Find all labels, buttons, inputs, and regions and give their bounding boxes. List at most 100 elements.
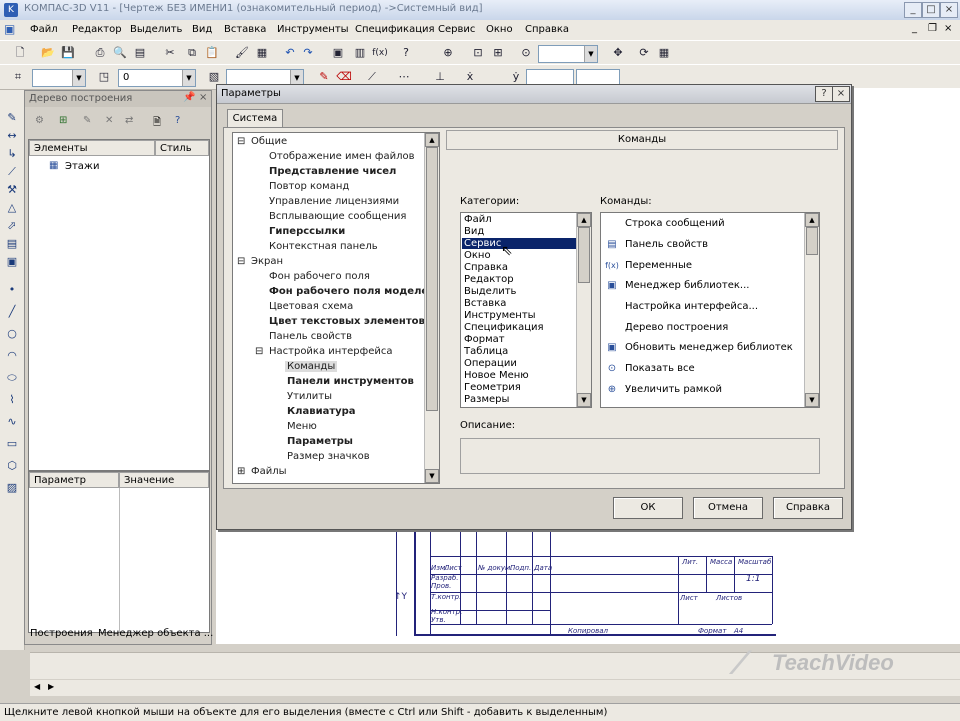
category-item[interactable]: Операции [464, 358, 517, 369]
tree-scrollbar[interactable]: ▲ ▼ [424, 133, 439, 483]
parametrization-icon[interactable]: ⚒ [4, 182, 20, 198]
tree-add-icon[interactable]: ⊞ [59, 115, 67, 126]
menu-editor[interactable]: Редактор [72, 24, 122, 35]
pan-icon[interactable]: ✥ [610, 45, 626, 61]
chevron-down-icon[interactable]: ▼ [182, 70, 195, 86]
zoom-icon[interactable]: ⊙ [518, 45, 534, 61]
dialog-close-button[interactable]: × [832, 86, 850, 102]
eraser-icon[interactable]: ⌫ [336, 69, 352, 85]
manager-icon[interactable]: ▣ [330, 45, 346, 61]
paste-icon[interactable]: 📋 [204, 45, 220, 61]
tree-node[interactable]: Фон рабочего поля моделей [269, 286, 435, 297]
col-param[interactable]: Параметр [29, 472, 119, 488]
category-item[interactable]: Окно [464, 250, 491, 261]
category-item[interactable]: Спецификация [464, 322, 544, 333]
scroll-thumb[interactable] [578, 227, 590, 283]
scroll-down-icon[interactable]: ▼ [805, 393, 819, 407]
category-item[interactable]: Инструменты [464, 310, 536, 321]
tree-node-screen[interactable]: Экран [251, 256, 283, 267]
tree-node[interactable]: Цветовая схема [269, 301, 353, 312]
scroll-up-icon[interactable]: ▲ [425, 133, 439, 147]
geometry-icon[interactable]: ✎ [4, 110, 20, 126]
tab-build[interactable]: Построения [30, 628, 93, 639]
tree-node[interactable]: Панели инструментов [287, 376, 414, 387]
snap-icon[interactable]: ⌗ [10, 69, 26, 85]
tree-node[interactable]: Утилиты [287, 391, 332, 402]
command-item[interactable]: Показать все [625, 363, 695, 374]
tree-node[interactable]: Представление чисел [269, 166, 396, 177]
category-item[interactable]: Новое Меню [464, 370, 529, 381]
category-item[interactable]: Файл [464, 214, 492, 225]
tree-node[interactable]: Отображение имен файлов [269, 151, 414, 162]
menu-specification[interactable]: Спецификация [355, 24, 435, 35]
category-item[interactable]: Вставка [464, 298, 506, 309]
copy-icon[interactable]: ⧉ [184, 45, 200, 61]
mdi-minimize-icon[interactable]: _ [912, 23, 917, 34]
help-button[interactable]: Справка [773, 497, 843, 519]
mdi-close-icon[interactable]: × [944, 23, 952, 34]
point-icon[interactable]: • [4, 282, 20, 298]
category-item[interactable]: Размеры [464, 394, 509, 405]
command-item[interactable]: Переменные [625, 260, 692, 271]
command-item[interactable]: Панель свойств [625, 239, 708, 250]
tab-system[interactable]: Система [227, 109, 283, 128]
command-item[interactable]: Настройка интерфейса... [625, 301, 758, 312]
grid-view-icon[interactable]: ▦ [656, 45, 672, 61]
polyline-icon[interactable]: ⌇ [4, 392, 20, 408]
tree-node[interactable]: Клавиатура [287, 406, 356, 417]
tab-object-manager[interactable]: Менеджер объекта ... [98, 628, 213, 639]
tree-node[interactable]: Гиперссылки [269, 226, 345, 237]
command-item[interactable]: Менеджер библиотек... [625, 280, 749, 291]
pin-icon[interactable]: 📌 [183, 92, 195, 103]
category-item[interactable]: Вид [464, 226, 484, 237]
close-icon[interactable]: × [199, 92, 207, 103]
segment-icon[interactable]: ╱ [4, 304, 20, 320]
mdi-restore-icon[interactable]: ❐ [928, 23, 937, 34]
col-value[interactable]: Значение [119, 472, 209, 488]
save-icon[interactable]: 💾 [60, 45, 76, 61]
tree-toggle-files-icon[interactable]: ⊞ [237, 466, 245, 477]
open-icon[interactable]: 📂 [40, 45, 56, 61]
tree-node[interactable]: Фон рабочего поля [269, 271, 370, 282]
tree-node[interactable]: Повтор команд [269, 181, 349, 192]
undo-icon[interactable]: ↶ [282, 45, 298, 61]
tree-node-commands[interactable]: Команды [285, 361, 338, 372]
hatch-icon[interactable]: ▨ [4, 480, 20, 496]
scroll-up-icon[interactable]: ▲ [577, 213, 591, 227]
scroll-up-icon[interactable]: ▲ [805, 213, 819, 227]
command-item[interactable]: Увеличить рамкой [625, 384, 722, 395]
scroll-right-icon[interactable]: ▶ [48, 682, 54, 691]
zoom-frame-icon[interactable]: ⊡ [470, 45, 486, 61]
menu-file[interactable]: Файл [30, 24, 58, 35]
category-item[interactable]: Выделить [464, 286, 516, 297]
tree-node-files[interactable]: Файлы [251, 466, 287, 477]
minimize-button[interactable]: _ [904, 2, 922, 18]
cut-icon[interactable]: ✂ [162, 45, 178, 61]
library-manager-icon[interactable]: ▥ [352, 45, 368, 61]
zoom-combo[interactable]: ▼ [538, 45, 598, 63]
close-button[interactable]: × [940, 2, 958, 18]
scroll-down-icon[interactable]: ▼ [425, 469, 439, 483]
menu-service[interactable]: Сервис [438, 24, 475, 35]
tree-delete-icon[interactable]: ✕ [105, 115, 113, 126]
category-item[interactable]: Геометрия [464, 382, 521, 393]
category-item[interactable]: Формат [464, 334, 505, 345]
categories-scrollbar[interactable]: ▲ ▼ [576, 213, 591, 407]
scroll-thumb[interactable] [806, 227, 818, 255]
menu-tools[interactable]: Инструменты [277, 24, 349, 35]
spline-icon[interactable]: ∿ [4, 414, 20, 430]
ellipse-icon[interactable]: ⬭ [4, 370, 20, 386]
menu-view[interactable]: Вид [192, 24, 212, 35]
category-item-selected[interactable]: Сервис [462, 238, 578, 249]
polygon-icon[interactable]: ⬡ [4, 458, 20, 474]
command-item[interactable]: Обновить менеджер библиотек [625, 342, 793, 353]
chevron-down-icon[interactable]: ▼ [584, 46, 597, 62]
tree-node[interactable]: Цвет текстовых элементов [269, 316, 425, 327]
layer-icon[interactable]: ▧ [206, 69, 222, 85]
spec-icon[interactable]: ▣ [4, 254, 20, 270]
print-icon[interactable]: ⎙ [92, 45, 108, 61]
maximize-button[interactable]: □ [922, 2, 940, 18]
tree-node[interactable]: Параметры [287, 436, 353, 447]
col-elements[interactable]: Элементы [29, 140, 155, 156]
commands-scrollbar[interactable]: ▲ ▼ [804, 213, 819, 407]
